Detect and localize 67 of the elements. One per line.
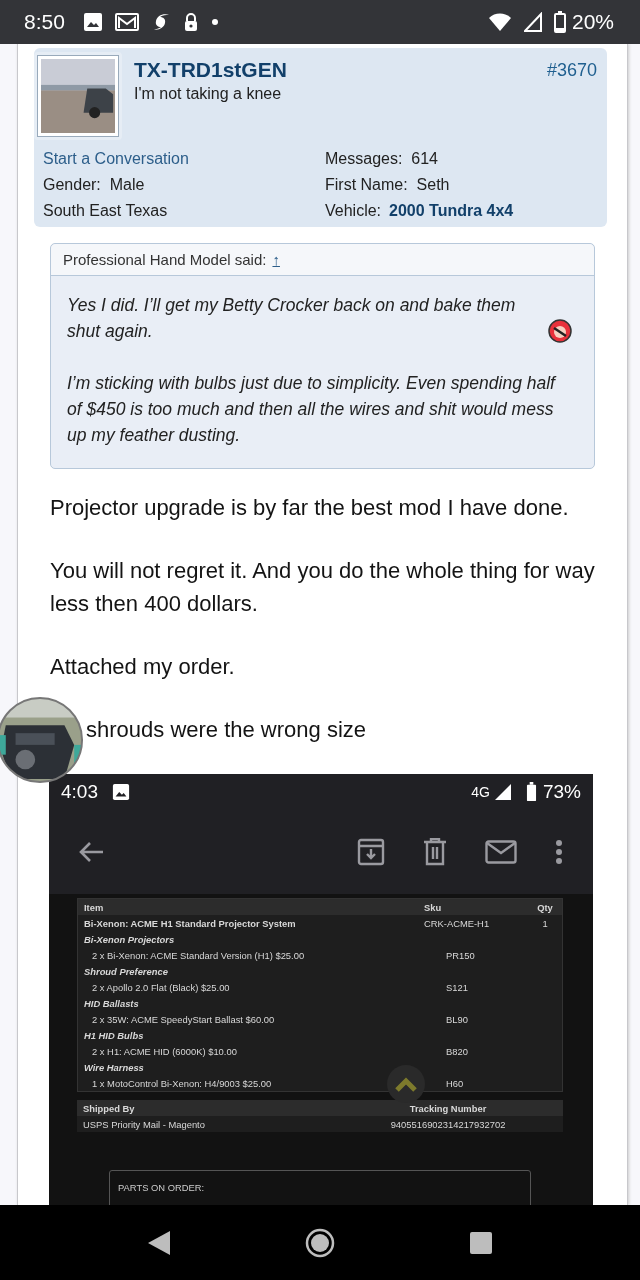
table-cell-text: 1 x MotoControl Bi-Xenon: H4/9003 $25.00 [91,1077,273,1089]
field-label: Vehicle: [325,202,382,220]
table-cell-text: H60 [446,1077,465,1089]
table-cell-text: 2 x 35W: ACME SpeedyStart Ballast $60.00 [91,1013,276,1025]
recents-icon[interactable] [469,1230,493,1255]
back-icon[interactable] [147,1229,171,1256]
table-cell-text: 2 x Bi-Xenon: ACME Standard Version (H1) $25.00 [91,949,306,961]
table-cell-text: 9405516902314217932702 [389,1118,507,1130]
username-link[interactable]: TX-TRD1stGEN [134,58,547,82]
battery-icon [525,782,537,802]
column-header: Tracking Number [408,1102,488,1114]
network-type: 4G [471,784,490,800]
jump-link[interactable]: ↑ [272,251,280,268]
post-number-link[interactable]: #3670 [546,52,597,81]
table-cell-text: 2 x Apollo 2.0 Flat (Black) $25.00 [91,981,231,993]
column-header: Shipped By [83,1102,136,1114]
more-icon[interactable] [555,839,563,865]
table-cell-text: USPS Priority Mail - Magento [83,1118,206,1130]
battery-percent: 20% [571,10,614,34]
trash-icon[interactable] [423,838,447,866]
table-cell-text: Bi-Xenon: ACME H1 Standard Projector System [84,917,297,929]
parts-heading: PARTS ON ORDER: [118,1182,205,1193]
profile-field: Gender: Male [43,176,315,194]
table-cell-text: BL90 [446,1013,469,1025]
table-cell-text: HID Ballasts [84,997,140,1009]
profile-field: Messages: 614 [325,150,597,168]
quote-text: Yes I did. I’ll get my Betty Crocker back on and bake them shut again. [67,294,517,343]
status-time: 4:03 [61,781,98,803]
image-icon [82,12,103,32]
battery-icon [553,11,566,33]
battery-percent: 73% [542,781,581,803]
signal-icon [523,12,542,32]
status-time: 8:50 [24,10,65,34]
signal-icon [493,783,512,801]
table-cell-text: Wire Harness [84,1061,145,1073]
table-cell-text: 2 x H1: ACME HID (6000K) $10.00 [91,1045,238,1057]
archive-icon[interactable] [357,838,385,866]
table-cell-text: B820 [446,1045,469,1057]
table-cell-text: S121 [446,981,469,993]
column-header: Qty [536,901,554,913]
conversation-link[interactable]: Start a Conversation [43,150,315,168]
post-text: shrouds were the wrong size [86,716,368,744]
dot-icon [210,18,219,26]
table-cell-text: Shroud Preference [84,965,169,977]
quote-attribution: Professional Hand Model said: [63,251,267,268]
table-cell-text: PR150 [446,949,476,961]
mail-icon [114,12,139,32]
home-icon[interactable] [305,1227,335,1258]
post-text: Attached my order. [50,653,236,681]
column-header: Sku [424,901,443,913]
table-cell-text: CRK-ACME-H1 [424,917,491,929]
table-cell-text: H1 HID Bulbs [84,1029,145,1041]
mail-icon[interactable] [485,840,517,864]
quote-text: I’m sticking with bulbs just due to simplicity. Even spending half of $450 is too much and then all the wires and shit would mess up my feather dusting. [67,372,558,447]
lock-icon [182,12,199,32]
table-cell-text: 1 [541,917,549,929]
location-text: South East Texas [43,202,169,220]
wifi-icon [487,12,512,32]
post-text: You will not regret it. And you do the whole thing for way less then 400 dollars. [50,557,596,618]
column-header: Item [84,901,105,913]
vehicle-link[interactable]: 2000 Tundra 4x4 [389,202,514,220]
image-icon [112,783,130,801]
back-arrow-icon[interactable] [77,840,105,864]
user-title: I'm not taking a knee [134,85,283,103]
post-text: Projector upgrade is by far the best mod I have done. [50,494,570,522]
profile-field: First Name: Seth [325,176,597,194]
table-cell-text: Bi-Xenon Projectors [84,933,176,945]
